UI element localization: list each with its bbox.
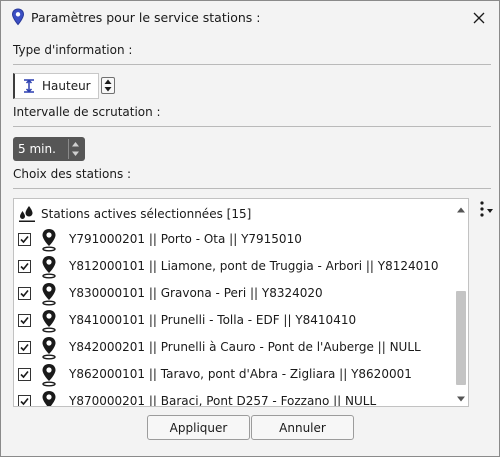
separator — [13, 188, 491, 189]
checkmark-icon — [20, 235, 29, 244]
interval-value: 5 min. — [18, 142, 56, 156]
spin-arrows-icon[interactable] — [68, 139, 82, 159]
station-pin-icon — [41, 390, 57, 406]
scroll-up-icon[interactable] — [456, 203, 466, 213]
info-type-value: Hauteur — [42, 79, 91, 93]
title-bar: Paramètres pour le service stations : — [1, 1, 499, 34]
station-pin-icon — [41, 363, 57, 387]
checkmark-icon — [20, 316, 29, 325]
list-item[interactable]: Y870000201 || Baraci, Pont D257 - Fozzan… — [14, 389, 454, 407]
checkmark-icon — [20, 262, 29, 271]
station-checkbox[interactable] — [18, 233, 31, 246]
scroll-down-icon[interactable] — [456, 392, 466, 402]
info-type-spinner[interactable] — [101, 77, 115, 94]
station-pin-icon — [41, 282, 57, 306]
station-label: Y841000101 || Prunelli - Tolla - EDF || … — [69, 313, 357, 327]
stations-label: Choix des stations : — [13, 167, 132, 181]
station-checkbox[interactable] — [18, 260, 31, 273]
map-pin-icon — [11, 8, 25, 26]
station-pin-icon — [41, 228, 57, 252]
station-checkbox[interactable] — [18, 368, 31, 381]
station-label: Y842000201 || Prunelli à Cauro - Pont de… — [69, 340, 421, 354]
checkmark-icon — [20, 370, 29, 379]
station-checkbox[interactable] — [18, 287, 31, 300]
checkmark-icon — [20, 289, 29, 298]
interval-spinbox[interactable]: 5 min. — [13, 137, 85, 161]
settings-dialog: Paramètres pour le service stations : Ty… — [0, 0, 500, 457]
list-header-text: Stations actives sélectionnées [15] — [41, 207, 252, 221]
info-type-field[interactable]: Hauteur — [13, 73, 99, 99]
station-label: Y862000101 || Taravo, pont d'Abra - Zigl… — [69, 367, 412, 381]
close-button[interactable] — [459, 1, 499, 34]
list-item[interactable]: Y812000101 || Liamone, pont de Truggia -… — [14, 254, 454, 281]
list-item[interactable]: Y842000201 || Prunelli à Cauro - Pont de… — [14, 335, 454, 362]
window-title: Paramètres pour le service stations : — [31, 10, 261, 25]
station-pin-icon — [41, 309, 57, 333]
checkmark-icon — [20, 343, 29, 352]
separator — [13, 126, 491, 127]
water-drops-icon — [18, 205, 36, 223]
list-item[interactable]: Y862000101 || Taravo, pont d'Abra - Zigl… — [14, 362, 454, 389]
station-label: Y791000201 || Porto - Ota || Y7915010 — [69, 232, 302, 246]
list-item[interactable]: Y791000201 || Porto - Ota || Y7915010 — [14, 227, 454, 254]
apply-button[interactable]: Appliquer — [147, 415, 250, 440]
station-pin-icon — [41, 336, 57, 360]
stations-list[interactable]: Stations actives sélectionnées [15] Y791… — [13, 198, 469, 407]
list-item[interactable]: Y841000101 || Prunelli - Tolla - EDF || … — [14, 308, 454, 335]
station-label: Y870000201 || Baraci, Pont D257 - Fozzan… — [69, 394, 377, 407]
station-checkbox[interactable] — [18, 341, 31, 354]
list-scrollbar[interactable] — [453, 199, 468, 406]
station-pin-icon — [41, 255, 57, 279]
station-label: Y812000101 || Liamone, pont de Truggia -… — [69, 259, 439, 273]
more-options-icon[interactable] — [477, 200, 499, 218]
height-icon — [23, 79, 35, 93]
close-icon — [473, 12, 485, 23]
checkmark-icon — [20, 397, 29, 406]
station-label: Y830000101 || Gravona - Peri || Y8324020 — [69, 286, 323, 300]
station-checkbox[interactable] — [18, 395, 31, 406]
interval-label: Intervalle de scrutation : — [13, 105, 161, 119]
station-checkbox[interactable] — [18, 314, 31, 327]
scroll-thumb[interactable] — [456, 291, 466, 385]
cancel-button[interactable]: Annuler — [251, 415, 354, 440]
updown-arrows-icon — [104, 79, 112, 92]
separator — [13, 64, 491, 65]
list-item[interactable]: Y830000101 || Gravona - Peri || Y8324020 — [14, 281, 454, 308]
info-type-label: Type d'information : — [13, 43, 133, 57]
